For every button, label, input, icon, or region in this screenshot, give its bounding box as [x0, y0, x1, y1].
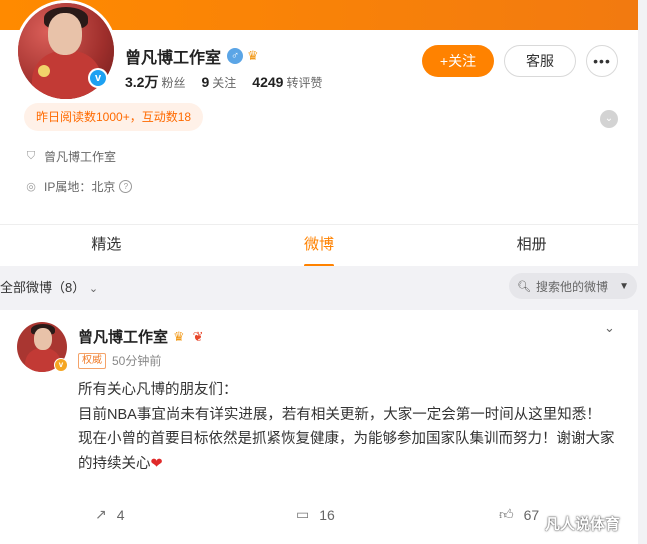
profile-card: v 曾凡博工作室 ♂ ♛ 3.2万 粉丝 9 关注 4249 转评赞 +关注 客服 •… [0, 0, 638, 267]
verified-gold-icon: v [54, 358, 68, 372]
search-icon: 🔍︎ [517, 280, 531, 293]
activity-badge: 昨日阅读数1000+，互动数18 [24, 103, 204, 131]
post-author-name[interactable]: 曾凡博工作室 [78, 326, 168, 347]
crown-icon: ♛ [173, 328, 185, 344]
like-button[interactable]: 👍︎ 67 [499, 506, 539, 523]
comment-icon: ▭ [296, 506, 310, 522]
authority-tag: 权威 [78, 352, 106, 369]
following-count[interactable]: 9 关注 [201, 74, 236, 91]
comment-button[interactable]: ▭ 16 [296, 506, 335, 523]
followers-count[interactable]: 3.2万 粉丝 [125, 72, 185, 92]
post-menu-chevron-icon[interactable]: ⌄ [604, 320, 615, 336]
help-icon[interactable]: ? [119, 180, 133, 193]
profile-tabs: 精选 微博 相册 [0, 224, 638, 267]
chevron-down-icon: ⌄ [88, 283, 99, 295]
profile-name: 曾凡博工作室 [125, 50, 222, 67]
tab-weibo[interactable]: 微博 [213, 225, 426, 267]
post-line: 所有关心凡博的朋友们： [78, 382, 238, 398]
page-scroll-edge [638, 0, 647, 544]
shield-icon: ⛉ [26, 150, 36, 162]
post-meta: 权威 50分钟前 [78, 352, 161, 369]
share-icon: ↗ [95, 506, 107, 522]
studio-info: ⛉ 曾凡博工作室 [24, 148, 116, 165]
expand-chevron-icon[interactable]: ⌄ [600, 110, 618, 128]
customer-service-button[interactable]: 客服 [504, 45, 576, 77]
post-search-box[interactable]: 🔍︎ 搜索他的微博 ▼ [509, 273, 637, 299]
post-line-last: 现在小曾的首要目标依然是抓紧恢复健康，为能够参加国家队集训而努力！谢谢大家的持续… [78, 431, 615, 472]
post-time[interactable]: 50分钟前 [112, 352, 161, 369]
post-line: 目前NBA事宜尚未有详实进展，若有相关更新，大家一定会第一时间从这里知悉！ [78, 406, 601, 423]
caret-down-icon: ▼ [619, 280, 629, 292]
engagement-count[interactable]: 4249 转评赞 [252, 74, 322, 91]
male-gender-icon: ♂ [227, 48, 244, 64]
thumbs-up-icon: 👍︎ [499, 506, 514, 522]
feed-filter-bar: 全部微博（8） ⌄ 🔍︎ 搜索他的微博 ▼ [0, 266, 638, 306]
profile-name-row: 曾凡博工作室 ♂ ♛ [125, 44, 259, 68]
post-actions: ↗ 4 ▭ 16 👍︎ 67 [0, 506, 638, 530]
search-placeholder: 搜索他的微博 [535, 279, 608, 294]
flame-icon: ❦ [192, 328, 204, 344]
verified-icon: v [88, 68, 108, 88]
watermark-text: 凡人说体育 [545, 516, 621, 533]
profile-stats: 3.2万 粉丝 9 关注 4249 转评赞 [125, 72, 338, 92]
more-options-button[interactable]: ••• [586, 45, 618, 77]
location-icon: ◎ [26, 181, 36, 193]
tab-album[interactable]: 相册 [425, 225, 638, 267]
heart-icon: ❤ [150, 455, 163, 472]
follow-button[interactable]: +关注 [422, 45, 494, 77]
post-card: v 曾凡博工作室 ♛ ❦ 权威 50分钟前 ⌄ 所有关心凡博的朋友们： 目前NB… [0, 310, 638, 544]
all-posts-filter[interactable]: 全部微博（8） ⌄ [0, 277, 98, 296]
tab-featured[interactable]: 精选 [0, 225, 213, 267]
profile-header: v 曾凡博工作室 ♂ ♛ 3.2万 粉丝 9 关注 4249 转评赞 +关注 客服 •… [0, 0, 638, 224]
ip-location-info: ◎ IP属地：北京 ? [24, 178, 133, 195]
post-author-row: 曾凡博工作室 ♛ ❦ [78, 326, 204, 347]
post-body: 所有关心凡博的朋友们： 目前NBA事宜尚未有详实进展，若有相关更新，大家一定会第… [78, 378, 623, 476]
crown-icon: ♛ [247, 48, 259, 63]
repost-button[interactable]: ↗ 4 [95, 506, 125, 523]
